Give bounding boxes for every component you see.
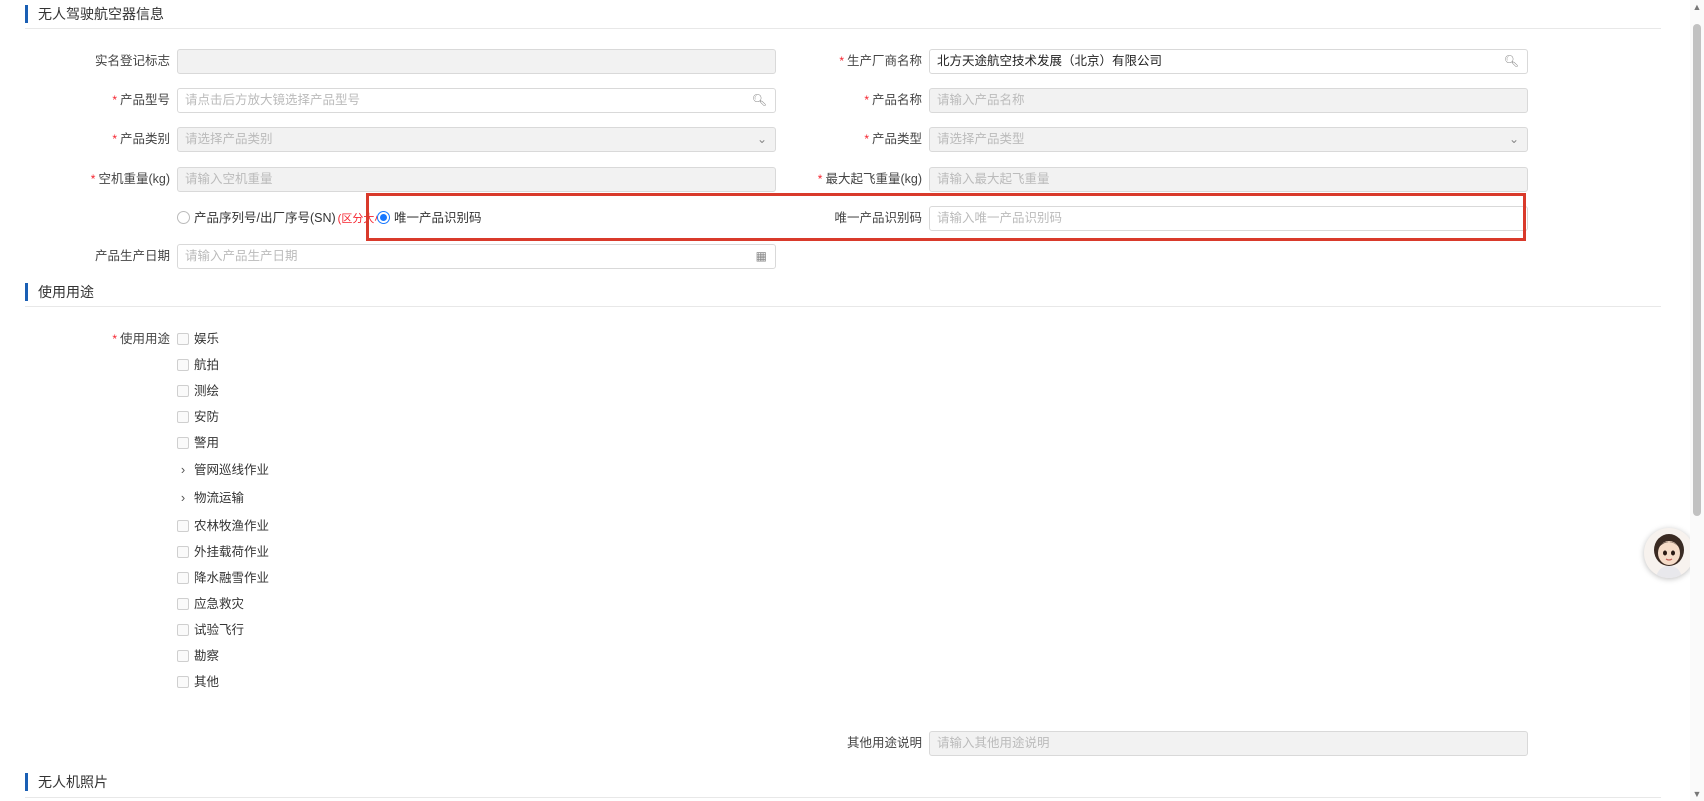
checkbox[interactable]: [177, 650, 189, 662]
chevron-right-icon[interactable]: ›: [177, 461, 189, 479]
usage-option[interactable]: 勘察: [177, 647, 219, 665]
product-name-field[interactable]: 请输入产品名称: [929, 88, 1528, 113]
usage-option[interactable]: 试验飞行: [177, 621, 244, 639]
other-usage-field[interactable]: 请输入其他用途说明: [929, 731, 1528, 756]
product-category-select[interactable]: 请选择产品类别 ⌄: [177, 127, 776, 152]
usage-option-expandable[interactable]: › 管网巡线作业: [177, 461, 269, 479]
checkbox[interactable]: [177, 437, 189, 449]
chevron-right-icon[interactable]: ›: [177, 489, 189, 507]
radio-serial-number[interactable]: 产品序列号/出厂序号(SN) (区分大小写: [177, 209, 396, 227]
checkbox[interactable]: [177, 598, 189, 610]
checkbox[interactable]: [177, 624, 189, 636]
usage-option[interactable]: 其他: [177, 673, 219, 691]
section-divider: [25, 28, 1661, 29]
section-title-photos: 无人机照片: [25, 773, 108, 791]
highlight-box: [366, 193, 1526, 241]
label-real-name-mark: 实名登记标志: [94, 54, 170, 68]
usage-option[interactable]: 降水融雪作业: [177, 569, 269, 587]
label-manufacturer: * 生产厂商名称: [839, 54, 922, 68]
manufacturer-field[interactable]: 北方天途航空技术发展（北京）有限公司 🔍︎: [929, 49, 1528, 74]
search-icon[interactable]: 🔍︎: [752, 89, 767, 112]
label-empty-weight: * 空机重量(kg): [90, 172, 170, 186]
production-date-field[interactable]: 请输入产品生产日期 ▦: [177, 244, 776, 269]
usage-option[interactable]: 娱乐: [177, 330, 219, 348]
search-icon[interactable]: 🔍︎: [1504, 50, 1519, 73]
label-product-type: * 产品类型: [864, 132, 922, 146]
checkbox[interactable]: [177, 333, 189, 345]
checkbox[interactable]: [177, 385, 189, 397]
real-name-mark-field[interactable]: [177, 49, 776, 74]
usage-option[interactable]: 外挂载荷作业: [177, 543, 269, 561]
usage-option[interactable]: 航拍: [177, 356, 219, 374]
checkbox[interactable]: [177, 572, 189, 584]
usage-option[interactable]: 农林牧渔作业: [177, 517, 269, 535]
chevron-down-icon: ⌄: [1508, 132, 1519, 146]
label-product-model: * 产品型号: [112, 93, 170, 107]
section-divider: [25, 797, 1661, 798]
assistant-avatar[interactable]: [1644, 528, 1694, 578]
usage-option-expandable[interactable]: › 物流运输: [177, 489, 244, 507]
chevron-down-icon: ⌄: [756, 132, 767, 146]
product-model-field[interactable]: 请点击后方放大镜选择产品型号 🔍︎: [177, 88, 776, 113]
checkbox[interactable]: [177, 546, 189, 558]
scroll-thumb[interactable]: [1693, 24, 1701, 516]
label-max-takeoff-weight: * 最大起飞重量(kg): [817, 172, 922, 186]
checkbox[interactable]: [177, 676, 189, 688]
scroll-up-arrow[interactable]: ▲: [1692, 2, 1702, 12]
calendar-icon[interactable]: ▦: [756, 245, 767, 268]
label-production-date: 产品生产日期: [94, 249, 170, 263]
label-other-usage: 其他用途说明: [846, 736, 922, 750]
label-product-category: * 产品类别: [112, 132, 170, 146]
label-product-name: * 产品名称: [864, 93, 922, 107]
empty-weight-field[interactable]: 请输入空机重量: [177, 167, 776, 192]
usage-option[interactable]: 应急救灾: [177, 595, 244, 613]
radio-button[interactable]: [177, 211, 190, 224]
usage-option[interactable]: 警用: [177, 434, 219, 452]
assistant-face-icon: [1654, 534, 1684, 578]
usage-option[interactable]: 测绘: [177, 382, 219, 400]
section-title-usage: 使用用途: [25, 283, 94, 301]
scroll-down-arrow[interactable]: ▼: [1692, 789, 1702, 799]
section-divider: [25, 306, 1661, 307]
checkbox[interactable]: [177, 359, 189, 371]
checkbox[interactable]: [177, 411, 189, 423]
section-title-uav-info: 无人驾驶航空器信息: [25, 5, 164, 23]
usage-option[interactable]: 安防: [177, 408, 219, 426]
max-takeoff-weight-field[interactable]: 请输入最大起飞重量: [929, 167, 1528, 192]
label-usage: * 使用用途: [112, 332, 170, 346]
scrollbar[interactable]: ▲ ▼: [1690, 0, 1704, 801]
product-type-select[interactable]: 请选择产品类型 ⌄: [929, 127, 1528, 152]
checkbox[interactable]: [177, 520, 189, 532]
